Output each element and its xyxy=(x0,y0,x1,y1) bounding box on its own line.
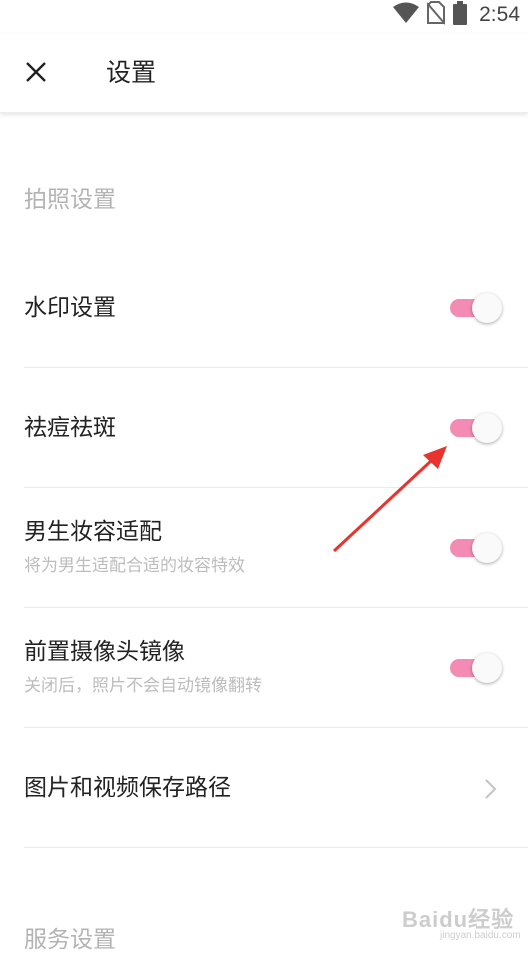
toggle-thumb xyxy=(472,293,502,323)
watermark-subtext: jingyan.baidu.com xyxy=(440,930,521,941)
setting-description: 将为男生适配合适的妆容特效 xyxy=(24,556,245,576)
no-sim-icon xyxy=(426,1,446,29)
divider xyxy=(24,847,528,848)
status-time: 2:54 xyxy=(479,3,520,26)
app-bar: 设置 xyxy=(0,34,528,113)
setting-row-save-path[interactable]: 图片和视频保存路径 xyxy=(0,728,528,848)
section-header-photo: 拍照设置 xyxy=(24,187,116,213)
wifi-icon xyxy=(393,2,420,28)
setting-row-front-camera-mirror[interactable]: 前置摄像头镜像 关闭后，照片不会自动镜像翻转 xyxy=(0,608,528,728)
baidu-watermark: Baidu经验 jingyan.baidu.com xyxy=(396,900,528,952)
setting-label: 水印设置 xyxy=(24,295,116,321)
setting-label: 图片和视频保存路径 xyxy=(24,775,231,801)
battery-icon xyxy=(453,1,468,29)
toggle-thumb xyxy=(472,533,502,563)
page-title: 设置 xyxy=(106,58,157,87)
watermark-toggle[interactable] xyxy=(450,292,502,324)
status-icons: 2:54 xyxy=(393,0,520,30)
toggle-thumb xyxy=(472,653,502,683)
close-icon xyxy=(24,60,48,88)
male-makeup-toggle[interactable] xyxy=(450,532,502,564)
acne-removal-toggle[interactable] xyxy=(450,412,502,444)
status-bar: 2:54 xyxy=(0,0,528,34)
setting-row-acne[interactable]: 祛痘祛斑 xyxy=(0,368,528,488)
setting-label: 前置摄像头镜像 xyxy=(24,639,185,665)
chevron-right-icon xyxy=(484,778,498,800)
setting-row-male-makeup[interactable]: 男生妆容适配 将为男生适配合适的妆容特效 xyxy=(0,488,528,608)
setting-row-watermark[interactable]: 水印设置 xyxy=(0,248,528,368)
toggle-thumb xyxy=(472,413,502,443)
close-button[interactable] xyxy=(14,52,58,96)
setting-label: 男生妆容适配 xyxy=(24,519,162,545)
setting-label: 祛痘祛斑 xyxy=(24,415,116,441)
setting-description: 关闭后，照片不会自动镜像翻转 xyxy=(24,676,262,696)
front-camera-mirror-toggle[interactable] xyxy=(450,652,502,684)
section-header-service: 服务设置 xyxy=(24,927,116,953)
